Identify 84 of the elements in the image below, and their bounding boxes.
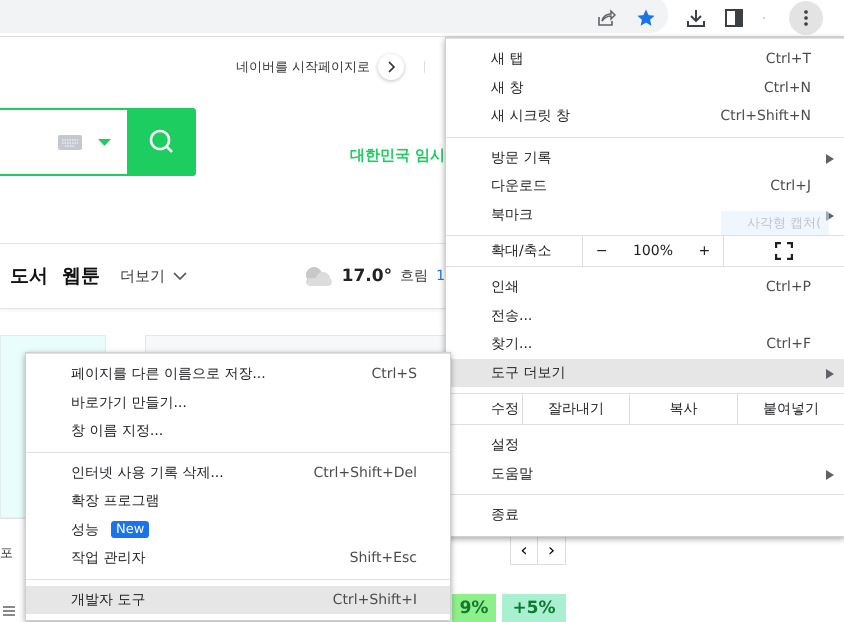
previous-button[interactable]: ‹: [511, 537, 538, 564]
menu-item[interactable]: 바로가기 만들기...: [26, 388, 220, 417]
edit-button[interactable]: 복사: [629, 394, 737, 424]
next-button[interactable]: [378, 54, 404, 80]
menu-item-label: 도움말: [491, 464, 533, 483]
menu-item[interactable]: 페이지를 다른 이름으로 저장... Ctrl+S: [26, 360, 450, 388]
download-icon[interactable]: [686, 8, 706, 28]
menu-item[interactable]: 새 시크릿 창 Ctrl+Shift+N: [451, 102, 844, 130]
menu-icon[interactable]: [3, 606, 15, 616]
menu-item-label: 설정: [491, 436, 519, 454]
stock-tile[interactable]: 9%: [452, 594, 496, 622]
menu-item[interactable]: 확장 프로그램: [26, 487, 192, 516]
fullscreen-icon: [775, 242, 793, 260]
menu-item-label: 바로가기 만들기...: [71, 394, 187, 412]
fragment-text: 포: [0, 545, 13, 562]
zoom-level: 100%: [632, 243, 674, 259]
menu-item-label: 개발자 도구: [71, 590, 146, 609]
shortcut-text: Ctrl+T: [766, 51, 811, 68]
menu-item[interactable]: 새 탭 Ctrl+T: [451, 45, 844, 74]
menu-item[interactable]: 찾기... Ctrl+F: [451, 330, 844, 358]
menu-item[interactable]: 다운로드 Ctrl+J: [451, 172, 844, 200]
menu-item[interactable]: 개발자 도구 Ctrl+Shift+I: [26, 586, 450, 614]
menu-button[interactable]: [789, 1, 823, 35]
zoom-label: 확대/축소: [490, 242, 553, 261]
shortcut-text: Ctrl+N: [764, 80, 811, 96]
menu-item-label: 창 이름 지정...: [71, 422, 164, 440]
menu-item-label: 방문 기록: [491, 148, 552, 167]
menu-item[interactable]: 새 창 Ctrl+N: [451, 74, 844, 102]
star-icon[interactable]: [636, 8, 656, 28]
menu-item-label: 도구 더보기: [491, 364, 566, 382]
dot-icon: [762, 16, 766, 20]
menu-item-label: 인쇄: [491, 278, 519, 296]
menu-item[interactable]: 도움말: [451, 460, 566, 488]
shortcut-text: Ctrl+F: [766, 336, 811, 352]
more-icon: [804, 10, 808, 26]
menu-item-label: 종료: [491, 506, 519, 524]
menu-item-label: 다운로드: [491, 177, 547, 196]
share-icon[interactable]: [596, 8, 616, 28]
edit-button[interactable]: 붙여넣기: [736, 394, 844, 424]
menu-item-label: 북마크: [491, 206, 533, 224]
menu-item-label: 찾기...: [491, 335, 532, 354]
shortcut-text: Ctrl+Shift+N: [720, 108, 811, 124]
nav-link[interactable]: 도서: [10, 263, 48, 289]
menu-item-label: 작업 관리자: [71, 549, 146, 568]
menu-item-label: 확장 프로그램: [71, 492, 160, 510]
shortcut-text: Shift+Esc: [350, 550, 417, 566]
nav-link[interactable]: 웹툰: [62, 263, 100, 289]
side-panel-icon[interactable]: [725, 9, 743, 27]
zoom-out-button[interactable]: −: [596, 243, 608, 259]
menu-item-label: 전송...: [491, 306, 532, 325]
menu-item[interactable]: 종료: [451, 501, 552, 530]
menu-item-label: 새 창: [491, 78, 524, 97]
start-page-link[interactable]: 네이버를 시작페이지로: [236, 58, 370, 76]
menu-item[interactable]: 전송...: [451, 302, 566, 330]
menu-item[interactable]: 인터넷 사용 기록 삭제... Ctrl+Shift+Del: [26, 458, 450, 487]
shortcut-text: Ctrl+Shift+Del: [314, 464, 417, 481]
weather-detail: 1: [436, 268, 445, 284]
shortcut-text: Ctrl+P: [766, 279, 811, 296]
new-badge: New: [111, 521, 150, 538]
menu-item[interactable]: 성능 New: [26, 516, 450, 544]
shortcut-text: Ctrl+S: [371, 366, 417, 382]
menu-item[interactable]: 설정: [451, 431, 552, 460]
shortcut-text: Ctrl+Shift+I: [332, 592, 417, 608]
temperature-text: 17.0°: [342, 266, 392, 286]
zoom-in-button[interactable]: +: [698, 243, 710, 259]
menu-item[interactable]: 인쇄 Ctrl+P: [451, 273, 844, 302]
stock-tile[interactable]: +5%: [502, 594, 566, 622]
menu-item-label: 인터넷 사용 기록 삭제...: [71, 464, 224, 482]
weather-condition: 흐림: [400, 267, 428, 285]
menu-item[interactable]: 도구 더보기: [451, 358, 844, 387]
more-button[interactable]: 더보기: [120, 266, 187, 286]
menu-item-label: 새 시크릿 창: [491, 107, 570, 126]
chevron-down-icon: [173, 272, 187, 280]
menu-item[interactable]: 방문 기록: [451, 144, 584, 172]
edit-label: 수정: [490, 400, 520, 419]
menu-item[interactable]: 북마크: [451, 200, 566, 229]
menu-item[interactable]: 작업 관리자 Shift+Esc: [26, 544, 450, 572]
chevron-right-icon: [387, 61, 395, 73]
edit-button[interactable]: 잘라내기: [522, 394, 630, 424]
menu-item-label: 페이지를 다른 이름으로 저장...: [71, 365, 266, 384]
menu-item-label: 새 탭: [491, 50, 524, 68]
menu-item[interactable]: 창 이름 지정...: [26, 417, 196, 446]
shortcut-text: Ctrl+J: [770, 178, 811, 194]
menu-item-label: 성능: [71, 520, 99, 539]
